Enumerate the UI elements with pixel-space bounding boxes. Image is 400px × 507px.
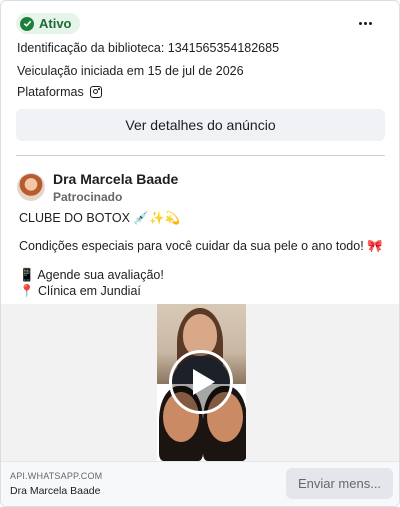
link-domain: API.WHATSAPP.COM [10,471,103,481]
start-date: Veiculação iniciada em 15 de jul de 2026 [17,64,244,78]
ad-text-line: 📱 Agende sua avaliação! [19,268,164,282]
status-label: Ativo [39,16,72,31]
footer-page-name: Dra Marcela Baade [10,485,101,497]
avatar[interactable] [17,173,45,201]
status-badge: Ativo [16,13,80,34]
ad-text-line: Condições especiais para você cuidar da … [19,239,383,253]
page-name[interactable]: Dra Marcela Baade [53,171,178,187]
instagram-icon [89,86,102,98]
platforms-row: Plataformas [17,85,102,99]
play-icon[interactable] [169,350,233,414]
ad-text-line: 📍 Clínica em Jundiaí [19,284,141,298]
more-options-icon[interactable] [355,15,375,31]
library-id: Identificação da biblioteca: 13415653541… [17,41,280,55]
sponsored-label: Patrocinado [53,190,123,204]
send-message-button[interactable]: Enviar mens... [286,468,393,499]
see-ad-details-button[interactable]: Ver detalhes do anúncio [16,109,385,141]
platforms-label: Plataformas [17,85,84,99]
check-circle-icon [20,16,34,31]
ad-card: Ativo Identificação da biblioteca: 13415… [0,0,400,507]
divider [16,155,385,156]
ad-text-line: CLUBE DO BOTOX 💉✨💫 [19,211,181,225]
